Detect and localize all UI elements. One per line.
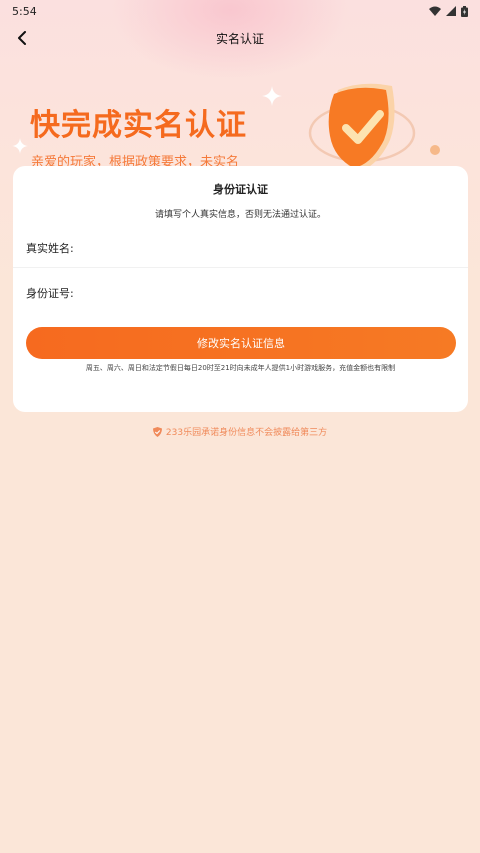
name-input[interactable] [79, 232, 468, 263]
battery-icon [461, 5, 468, 17]
id-label: 身份证号: [26, 287, 74, 300]
shield-icon [152, 426, 162, 437]
card-title: 身份证认证 [213, 183, 268, 196]
status-time: 5:54 [12, 4, 37, 18]
signal-icon [446, 6, 456, 16]
sparkle-icon [12, 138, 28, 154]
name-row: 真实姓名: [13, 228, 468, 268]
name-label: 真实姓名: [26, 241, 74, 255]
back-button[interactable] [8, 24, 36, 52]
hero-title: 快完成实名认证 [30, 108, 247, 143]
card-description: 请填写个人真实信息，否则无法通过认证。 [154, 210, 326, 220]
minor-notice: 周五、周六、周日和法定节假日每日20时至21时向未成年人提供1小时游戏服务，充值… [85, 364, 396, 372]
page-title: 实名认证 [215, 31, 264, 46]
id-row: 身份证号: [13, 273, 468, 313]
shield-check-icon [308, 83, 440, 172]
status-icons [429, 5, 468, 17]
wifi-icon [429, 6, 441, 16]
privacy-text: 233乐园承诺身份信息不会披露给第三方 [165, 428, 328, 438]
id-number-input[interactable] [79, 278, 468, 308]
nav-bar: 实名认证 [0, 22, 480, 54]
chevron-left-icon [18, 31, 26, 45]
privacy-note: 233乐园承诺身份信息不会披露给第三方 [0, 425, 480, 438]
shield-illustration [300, 78, 450, 178]
status-bar: 5:54 [0, 0, 480, 22]
sparkle-icon [262, 86, 282, 106]
verification-card: 身份证认证 请填写个人真实信息，否则无法通过认证。 真实姓名: 身份证号: 修改… [13, 166, 468, 412]
submit-button[interactable]: 修改实名认证信息 [26, 327, 456, 359]
